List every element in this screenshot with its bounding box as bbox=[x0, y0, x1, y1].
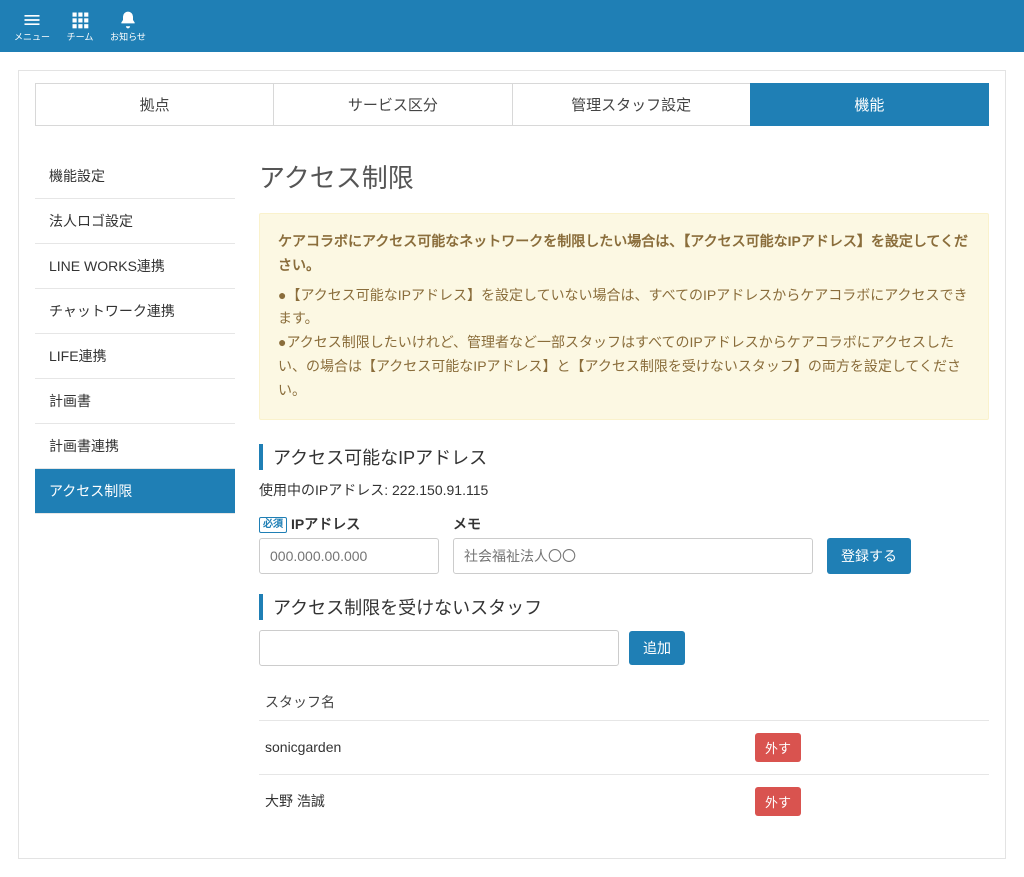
staff-table: スタッフ名 sonicgarden 外す 大野 浩誠 外す bbox=[259, 684, 989, 828]
tab-label: 拠点 bbox=[140, 97, 170, 114]
staff-search-row: 追加 bbox=[259, 630, 989, 666]
nav-team[interactable]: チーム bbox=[56, 0, 104, 52]
sidebar-item-label: チャットワーク連携 bbox=[49, 303, 175, 319]
sidebar-item-label: アクセス制限 bbox=[49, 483, 132, 499]
alert-bold: ケアコラボにアクセス可能なネットワークを制限したい場合は、【アクセス可能なIPア… bbox=[278, 230, 970, 278]
table-row: sonicgarden 外す bbox=[259, 720, 989, 774]
col-actions bbox=[749, 684, 989, 721]
sidebar-item-label: 法人ロゴ設定 bbox=[49, 213, 133, 229]
nav-menu[interactable]: メニュー bbox=[8, 0, 56, 52]
ip-label-text: IPアドレス bbox=[291, 516, 360, 532]
tab-function[interactable]: 機能 bbox=[750, 83, 989, 126]
sidebar-item-label: LIFE連携 bbox=[49, 348, 107, 364]
tab-label: サービス区分 bbox=[348, 97, 438, 114]
main-tabs: 拠点 サービス区分 管理スタッフ設定 機能 bbox=[35, 83, 989, 126]
app-header: メニュー チーム お知らせ bbox=[0, 0, 1024, 52]
tab-admin-staff[interactable]: 管理スタッフ設定 bbox=[512, 83, 751, 126]
nav-label: お知らせ bbox=[110, 33, 146, 42]
ip-form-row: 必須IPアドレス メモ 登録する bbox=[259, 514, 989, 574]
tab-label: 管理スタッフ設定 bbox=[571, 97, 691, 114]
main-panel: アクセス制限 ケアコラボにアクセス可能なネットワークを制限したい場合は、【アクセ… bbox=[259, 154, 989, 828]
bell-icon bbox=[118, 10, 138, 30]
page-container: 拠点 サービス区分 管理スタッフ設定 機能 機能設定 法人ロゴ設定 LINE W… bbox=[18, 70, 1006, 859]
alert-line: ●【アクセス可能なIPアドレス】を設定していない場合は、すべてのIPアドレスから… bbox=[278, 284, 970, 332]
sidebar-item-label: 計画書連携 bbox=[49, 438, 119, 454]
submit-col: 登録する bbox=[827, 538, 911, 574]
sidebar-item-settings[interactable]: 機能設定 bbox=[35, 154, 235, 199]
sidebar-item-plan-link[interactable]: 計画書連携 bbox=[35, 424, 235, 469]
menu-icon bbox=[22, 10, 42, 30]
staff-name-cell: 大野 浩誠 bbox=[259, 774, 749, 828]
sidebar-item-chatwork[interactable]: チャットワーク連携 bbox=[35, 289, 235, 334]
current-ip-value: 222.150.91.115 bbox=[392, 482, 488, 498]
alert-line: ●アクセス制限したいけれど、管理者など一部スタッフはすべてのIPアドレスからケア… bbox=[278, 331, 970, 402]
nav-label: メニュー bbox=[14, 33, 50, 42]
sidebar-item-logo[interactable]: 法人ロゴ設定 bbox=[35, 199, 235, 244]
sidebar-item-label: 計画書 bbox=[49, 393, 91, 409]
table-row: 大野 浩誠 外す bbox=[259, 774, 989, 828]
staff-name-cell: sonicgarden bbox=[259, 720, 749, 774]
current-ip-label: 使用中のIPアドレス: bbox=[259, 482, 392, 498]
sidebar-item-life[interactable]: LIFE連携 bbox=[35, 334, 235, 379]
tab-base[interactable]: 拠点 bbox=[35, 83, 274, 126]
memo-col: メモ bbox=[453, 514, 813, 574]
register-button[interactable]: 登録する bbox=[827, 538, 911, 574]
add-staff-button[interactable]: 追加 bbox=[629, 631, 685, 665]
col-staff-name: スタッフ名 bbox=[259, 684, 749, 721]
sidebar-item-label: LINE WORKS連携 bbox=[49, 258, 165, 274]
remove-staff-button[interactable]: 外す bbox=[755, 733, 801, 762]
tab-service[interactable]: サービス区分 bbox=[273, 83, 512, 126]
ip-input[interactable] bbox=[259, 538, 439, 574]
info-alert: ケアコラボにアクセス可能なネットワークを制限したい場合は、【アクセス可能なIPア… bbox=[259, 213, 989, 420]
content-row: 機能設定 法人ロゴ設定 LINE WORKS連携 チャットワーク連携 LIFE連… bbox=[35, 154, 989, 828]
page-title: アクセス制限 bbox=[259, 158, 989, 195]
ip-col: 必須IPアドレス bbox=[259, 514, 439, 574]
ip-section-heading: アクセス可能なIPアドレス bbox=[259, 444, 989, 470]
nav-notifications[interactable]: お知らせ bbox=[104, 0, 152, 52]
sidebar-item-label: 機能設定 bbox=[49, 168, 105, 184]
memo-label: メモ bbox=[453, 514, 813, 534]
current-ip: 使用中のIPアドレス: 222.150.91.115 bbox=[259, 480, 989, 500]
nav-label: チーム bbox=[67, 33, 94, 42]
sidebar-item-lineworks[interactable]: LINE WORKS連携 bbox=[35, 244, 235, 289]
sidebar-item-access[interactable]: アクセス制限 bbox=[35, 469, 235, 514]
memo-input[interactable] bbox=[453, 538, 813, 574]
required-badge: 必須 bbox=[259, 517, 287, 533]
staff-section-heading: アクセス制限を受けないスタッフ bbox=[259, 594, 989, 620]
remove-staff-button[interactable]: 外す bbox=[755, 787, 801, 816]
sidebar: 機能設定 法人ロゴ設定 LINE WORKS連携 チャットワーク連携 LIFE連… bbox=[35, 154, 235, 828]
ip-label: 必須IPアドレス bbox=[259, 514, 439, 534]
sidebar-item-plan[interactable]: 計画書 bbox=[35, 379, 235, 424]
tab-label: 機能 bbox=[854, 97, 884, 114]
grid-icon bbox=[70, 10, 90, 30]
staff-search-input[interactable] bbox=[259, 630, 619, 666]
